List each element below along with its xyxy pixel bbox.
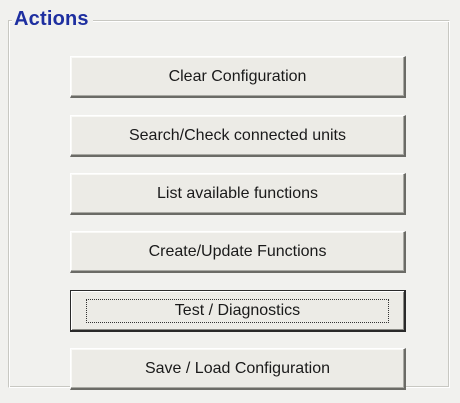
search-check-connected-units-button[interactable]: Search/Check connected units — [70, 115, 406, 157]
actions-panel: Actions Clear Configuration Search/Check… — [0, 0, 460, 403]
save-load-configuration-label: Save / Load Configuration — [144, 359, 330, 377]
search-check-connected-units-label: Search/Check connected units — [128, 126, 346, 144]
list-available-functions-label: List available functions — [157, 184, 318, 202]
create-update-functions-button[interactable]: Create/Update Functions — [70, 231, 406, 273]
list-available-functions-button[interactable]: List available functions — [70, 173, 406, 215]
create-update-functions-label: Create/Update Functions — [148, 242, 327, 260]
actions-group-title: Actions — [12, 6, 93, 32]
clear-configuration-label: Clear Configuration — [168, 67, 307, 85]
save-load-configuration-button[interactable]: Save / Load Configuration — [70, 348, 406, 390]
test-diagnostics-button[interactable]: Test / Diagnostics — [70, 290, 406, 332]
test-diagnostics-label: Test / Diagnostics — [85, 298, 390, 323]
clear-configuration-button[interactable]: Clear Configuration — [70, 56, 406, 98]
